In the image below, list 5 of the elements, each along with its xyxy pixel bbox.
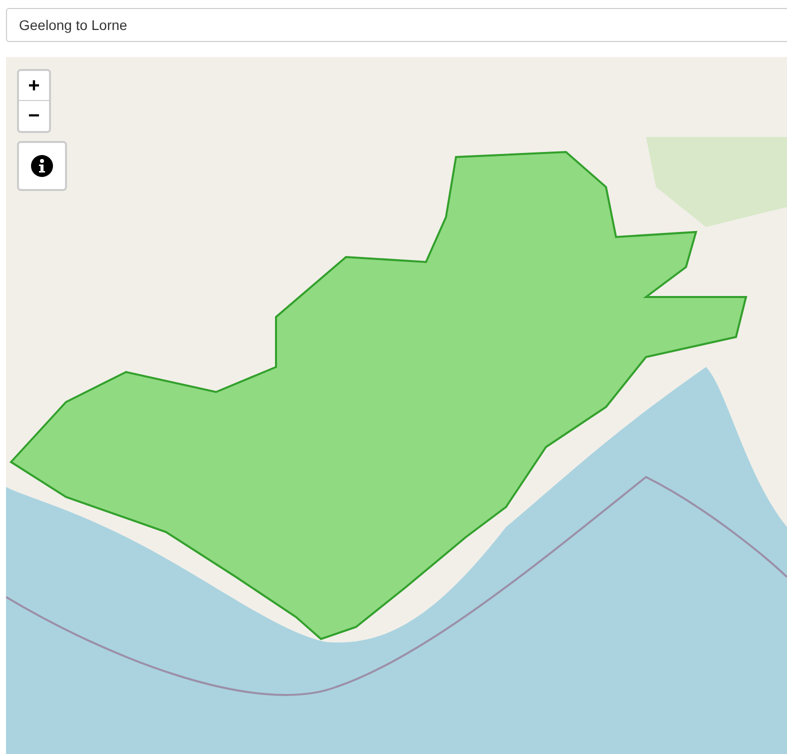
info-button[interactable] [17, 141, 67, 191]
search-field[interactable]: Geelong to Lorne [6, 8, 787, 42]
info-icon [31, 155, 53, 177]
zoom-in-button[interactable]: + [19, 71, 49, 101]
zoom-out-button[interactable]: − [19, 101, 49, 131]
